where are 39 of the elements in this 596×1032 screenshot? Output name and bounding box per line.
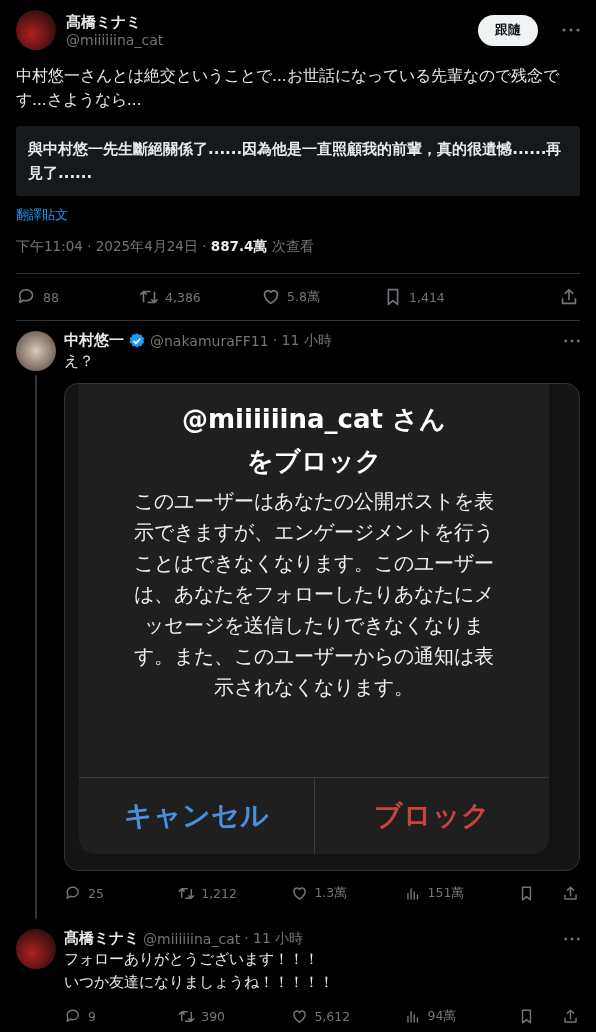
action-count: 151萬 bbox=[427, 884, 465, 902]
action-count: 5.8萬 bbox=[287, 288, 320, 306]
action-count: 390 bbox=[201, 1008, 226, 1024]
action-count: 4,386 bbox=[165, 289, 201, 305]
action-count: 1,414 bbox=[409, 289, 445, 305]
author-name[interactable]: 中村悠一 bbox=[64, 331, 124, 350]
reply-text: いつか友達になりましょうね！！！！！ bbox=[64, 973, 335, 992]
dialog-title: をブロック bbox=[245, 445, 383, 478]
translate-link[interactable]: 翻譯貼文 bbox=[16, 207, 68, 224]
action-count: 88 bbox=[43, 289, 59, 305]
author-handle[interactable]: @miiiiiina_cat bbox=[66, 31, 468, 48]
post-meta: 下午11:04 · 2025年4月24日 · 887.4萬 次查看 bbox=[16, 238, 580, 274]
follow-button[interactable]: 跟隨 bbox=[478, 14, 538, 46]
reply-text: フォローありがとうございます！！！ bbox=[64, 950, 320, 969]
embedded-screenshot[interactable]: @miiiiiina_cat さん をブロック このユーザーはあなたの公開ポストを表示できますが、エンゲージメントを行うことはできなくなります。このユーザーは、あなたをフォローしたりあなたにメッセージを送信したりできなくなります。また、このユーザーからの通知は表示されなくなります。 キャンセル ブロック bbox=[64, 383, 580, 871]
post-time[interactable]: · 11 小時 bbox=[244, 929, 304, 948]
verified-badge-icon bbox=[128, 331, 146, 350]
more-icon[interactable] bbox=[564, 936, 580, 941]
cancel-button[interactable]: キャンセル bbox=[79, 778, 314, 854]
more-icon[interactable] bbox=[564, 338, 580, 343]
author-handle[interactable]: @miiiiiina_cat bbox=[143, 930, 241, 947]
more-icon[interactable] bbox=[562, 28, 580, 32]
dialog-message: このユーザーはあなたの公開ポストを表示できますが、エンゲージメントを行うことはできなくなります。このユーザーは、あなたをフォローしたりあなたにメッセージを送信したりできなくなります。また、このユーザーからの通知は表示されなくなります。 bbox=[133, 488, 495, 701]
author-name[interactable]: 髙橋ミナミ bbox=[64, 929, 139, 948]
author-handle[interactable]: @nakamuraFF11 bbox=[150, 332, 269, 349]
dialog-title: @miiiiiina_cat さん bbox=[181, 403, 447, 436]
action-count: 5,612 bbox=[314, 1008, 351, 1024]
block-button[interactable]: ブロック bbox=[313, 778, 549, 854]
action-count: 25 bbox=[88, 885, 104, 901]
author-name[interactable]: 髙橋ミナミ bbox=[66, 12, 468, 32]
action-count: 1,212 bbox=[201, 885, 237, 901]
action-count: 1.3萬 bbox=[314, 884, 348, 902]
action-count: 94萬 bbox=[427, 1007, 457, 1025]
post-time[interactable]: · 11 小時 bbox=[272, 331, 332, 350]
avatar[interactable] bbox=[16, 331, 56, 371]
action-count: 9 bbox=[88, 1008, 96, 1024]
reply-text: え？ bbox=[64, 352, 95, 371]
post-text: 中村悠一さんとは絶交ということで...お世話になっている先輩なので残念です...さようなら... bbox=[16, 66, 560, 111]
translation-box: 與中村悠一先生斷絕關係了......因為他是一直照顧我的前輩，真的很遺憾......再見了...... bbox=[16, 126, 580, 196]
